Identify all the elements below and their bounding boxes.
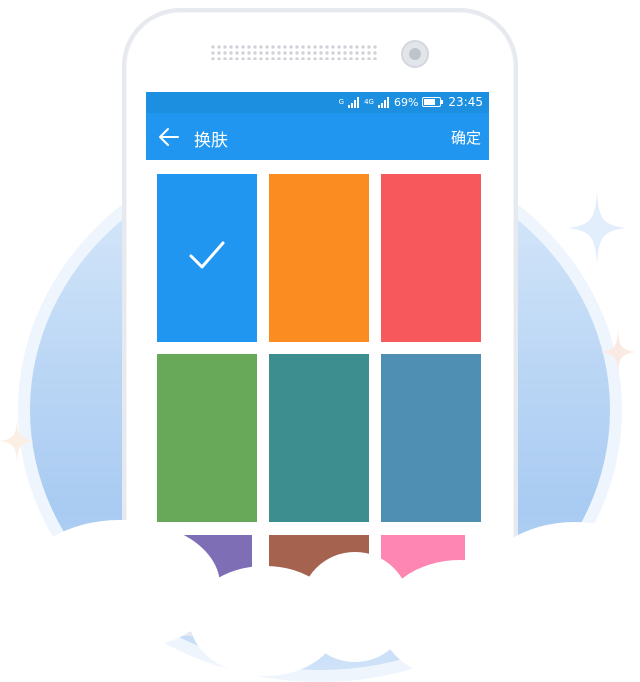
phone-screen: G 4G 69% 23:45 换肤 确定 xyxy=(146,92,489,522)
sparkle-icon xyxy=(568,192,626,264)
arrow-left-icon[interactable] xyxy=(156,124,182,150)
network-type-label: 4G xyxy=(364,97,374,106)
status-bar: G 4G 69% 23:45 xyxy=(146,92,489,113)
battery-icon xyxy=(422,97,444,107)
skin-swatch[interactable] xyxy=(381,174,481,342)
phone-speaker xyxy=(210,44,378,60)
skin-swatch[interactable] xyxy=(157,354,257,522)
sparkle-icon xyxy=(600,330,636,374)
skin-swatch[interactable] xyxy=(269,354,369,522)
confirm-button[interactable]: 确定 xyxy=(451,127,481,148)
battery-percent: 69% xyxy=(393,95,419,109)
signal-icon xyxy=(377,96,389,108)
skin-swatch[interactable] xyxy=(381,354,481,522)
page-title: 换肤 xyxy=(194,131,228,151)
network-type-label: G xyxy=(338,97,345,106)
signal-icon xyxy=(348,96,360,108)
sparkle-icon xyxy=(0,420,34,462)
front-camera xyxy=(401,40,429,68)
checkmark-icon xyxy=(189,241,225,269)
cloud-decoration xyxy=(20,520,220,650)
skin-swatch[interactable] xyxy=(157,174,257,342)
app-bar: 换肤 确定 xyxy=(146,113,489,160)
skin-swatch[interactable] xyxy=(269,174,369,342)
clock: 23:45 xyxy=(448,95,483,109)
